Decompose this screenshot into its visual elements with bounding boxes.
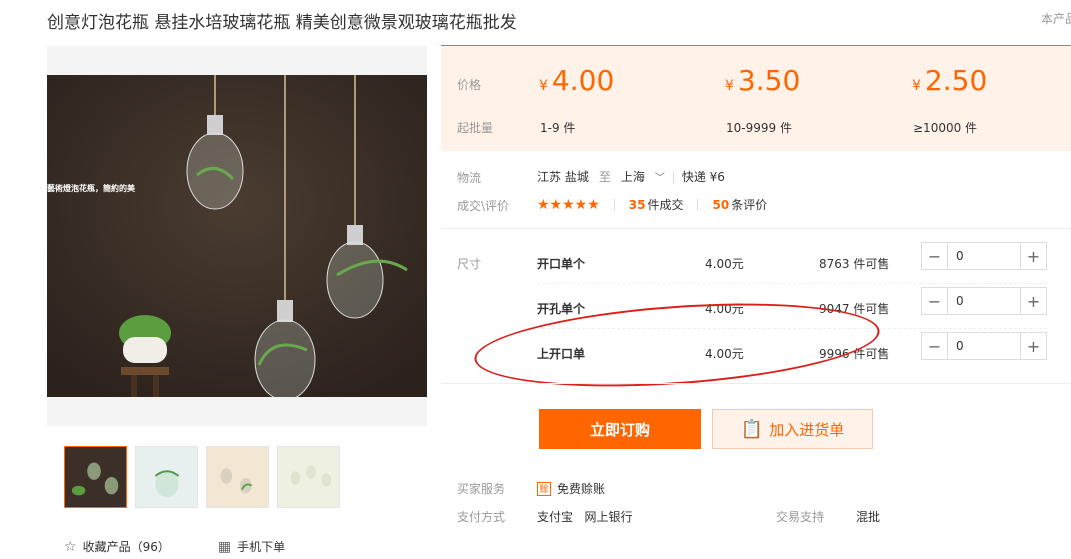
thumbnail-strip bbox=[64, 446, 340, 508]
sku-label: 尺寸 bbox=[457, 257, 482, 271]
rating-label: 成交\评价 bbox=[457, 199, 510, 213]
main-product-image[interactable] bbox=[47, 75, 427, 397]
sku-stock: 9996 件可售 bbox=[819, 347, 890, 361]
price-box: 价格 起批量 ¥ 4.00 ¥ 3.50 ¥ 2.50 1-9 件 10-999… bbox=[441, 45, 1071, 151]
plus-button[interactable]: + bbox=[1020, 333, 1046, 359]
price-label: 价格 bbox=[457, 78, 482, 92]
express-fee: 快递 ¥6 bbox=[681, 170, 725, 184]
thumbnail-1[interactable] bbox=[64, 446, 127, 508]
ship-from: 江苏 盐城 bbox=[537, 170, 589, 184]
trade-support-value: 混批 bbox=[856, 510, 881, 524]
main-image-frame bbox=[47, 46, 427, 426]
moq-label: 起批量 bbox=[457, 121, 494, 135]
plus-button[interactable]: + bbox=[1020, 288, 1046, 314]
quantity-input[interactable]: 0 bbox=[948, 243, 1020, 269]
add-to-cart-button[interactable]: 📋 加入进货单 bbox=[712, 409, 873, 449]
deals-link[interactable]: 35 件成交 bbox=[629, 196, 684, 213]
buyer-service[interactable]: 赊 免费赊账 bbox=[537, 480, 605, 497]
logistics-label: 物流 bbox=[457, 171, 482, 185]
payment-methods: 支付宝 网上银行 bbox=[537, 510, 633, 524]
favorite-button[interactable]: ☆ 收藏产品（96） bbox=[64, 538, 170, 555]
logistics-row: 江苏 盐城 至 上海 ﹀ 快递 ¥6 bbox=[537, 168, 725, 185]
sku-name: 上开口单 bbox=[537, 347, 586, 361]
thumbnail-3[interactable] bbox=[206, 446, 269, 508]
tier-price-2: ¥ 3.50 bbox=[725, 64, 800, 97]
rating-row: ★★★★★ 35 件成交 50 条评价 bbox=[537, 196, 767, 213]
mobile-order-button[interactable]: ▦ 手机下单 bbox=[218, 538, 285, 555]
reviews-link[interactable]: 50 条评价 bbox=[712, 196, 767, 213]
tier-price-value: 2.50 bbox=[924, 64, 988, 97]
thumbnail-4[interactable] bbox=[277, 446, 340, 508]
clipboard-icon: 📋 bbox=[740, 418, 764, 440]
sku-price: 4.00元 bbox=[705, 302, 744, 316]
sku-price: 4.00元 bbox=[705, 347, 744, 361]
sku-stock: 8763 件可售 bbox=[819, 257, 890, 271]
sku-name: 开口单个 bbox=[537, 257, 586, 271]
image-caption: 藝術燈泡花瓶，簡約的美 bbox=[47, 184, 135, 193]
quantity-stepper: − 0 + bbox=[921, 242, 1047, 270]
sku-row: 上开口单 4.00元 9996 件可售 − 0 + bbox=[537, 332, 1057, 385]
deals-text: 件成交 bbox=[647, 198, 684, 212]
thumbnail-2[interactable] bbox=[135, 446, 198, 508]
rating-stars: ★★★★★ bbox=[537, 196, 600, 213]
minus-button[interactable]: − bbox=[922, 243, 948, 269]
store-tag[interactable]: 本产品 bbox=[1041, 10, 1071, 27]
sku-name: 开孔单个 bbox=[537, 302, 586, 316]
to-word: 至 bbox=[598, 170, 611, 184]
divider bbox=[441, 383, 1071, 384]
trade-support-label: 交易支持 bbox=[776, 510, 825, 524]
sku-price: 4.00元 bbox=[705, 257, 744, 271]
quantity-stepper: − 0 + bbox=[921, 287, 1047, 315]
divider bbox=[697, 198, 699, 211]
chevron-down-icon: ﹀ bbox=[654, 173, 665, 184]
add-to-cart-label: 加入进货单 bbox=[769, 420, 845, 439]
currency-symbol: ¥ bbox=[539, 78, 548, 94]
buyer-service-label: 买家服务 bbox=[457, 482, 506, 496]
currency-symbol: ¥ bbox=[912, 78, 921, 94]
divider bbox=[537, 283, 1047, 284]
tier-price-value: 4.00 bbox=[551, 64, 615, 97]
sku-stock: 9047 件可售 bbox=[819, 302, 890, 316]
tier-range-3: ≥10000 件 bbox=[913, 121, 978, 135]
mobile-order-label: 手机下单 bbox=[237, 540, 286, 554]
qr-code-icon: ▦ bbox=[217, 538, 232, 555]
divider bbox=[537, 328, 1047, 329]
divider bbox=[441, 228, 1071, 229]
buy-now-button[interactable]: 立即订购 bbox=[539, 409, 701, 449]
credit-badge-icon: 赊 bbox=[537, 481, 551, 496]
divider bbox=[613, 198, 615, 211]
quantity-input[interactable]: 0 bbox=[948, 333, 1020, 359]
reviews-text: 条评价 bbox=[731, 198, 768, 212]
divider bbox=[672, 170, 674, 183]
ship-to-select[interactable]: 上海 ﹀ bbox=[621, 168, 665, 185]
product-title: 创意灯泡花瓶 悬挂水培玻璃花瓶 精美创意微景观玻璃花瓶批发 bbox=[47, 13, 517, 33]
minus-button[interactable]: − bbox=[922, 333, 948, 359]
payment-label: 支付方式 bbox=[457, 510, 506, 524]
favorite-label: 收藏产品（96） bbox=[82, 540, 170, 554]
plus-button[interactable]: + bbox=[1020, 243, 1046, 269]
tier-range-1: 1-9 件 bbox=[540, 121, 576, 135]
tier-price-3: ¥ 2.50 bbox=[912, 64, 987, 97]
left-footer: ☆ 收藏产品（96） ▦ 手机下单 bbox=[64, 538, 285, 555]
currency-symbol: ¥ bbox=[725, 78, 734, 94]
reviews-count: 50 bbox=[712, 198, 730, 212]
tier-range-2: 10-9999 件 bbox=[726, 121, 792, 135]
star-outline-icon: ☆ bbox=[64, 538, 77, 555]
deals-count: 35 bbox=[628, 198, 646, 212]
tier-price-value: 3.50 bbox=[737, 64, 801, 97]
minus-button[interactable]: − bbox=[922, 288, 948, 314]
quantity-stepper: − 0 + bbox=[921, 332, 1047, 360]
buyer-service-value: 免费赊账 bbox=[557, 482, 606, 496]
quantity-input[interactable]: 0 bbox=[948, 288, 1020, 314]
tier-price-1: ¥ 4.00 bbox=[539, 64, 614, 97]
ship-to-value: 上海 bbox=[620, 170, 645, 184]
